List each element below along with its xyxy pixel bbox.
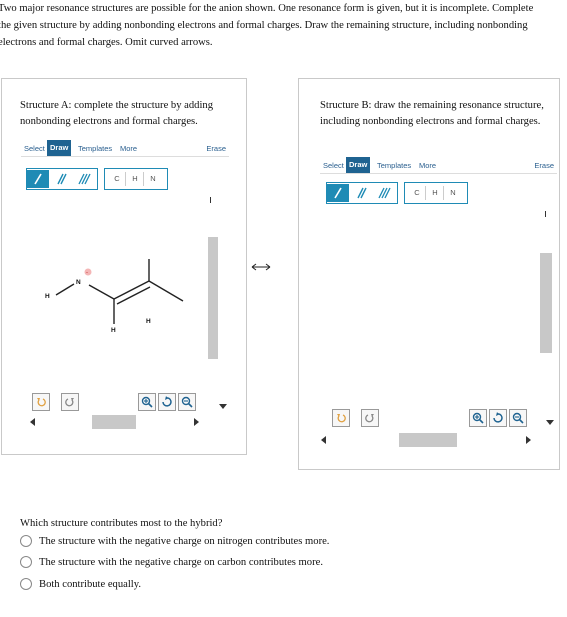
- scroll-right-icon[interactable]: [526, 436, 531, 444]
- atom-tools: C H N: [104, 168, 168, 190]
- atom-tools: C H N: [404, 182, 468, 204]
- atom-h-bottom-label: H: [111, 327, 116, 334]
- question-line-2: the given structure by adding nonbonding…: [0, 20, 528, 31]
- vertical-scrollbar[interactable]: [208, 237, 218, 359]
- atom-n-button[interactable]: N: [145, 174, 161, 183]
- structure-b-prompt: Structure B: draw the remaining resonanc…: [320, 100, 544, 127]
- formal-charge-text: -: [86, 270, 88, 276]
- molecule-canvas[interactable]: [319, 209, 539, 399]
- radio-button[interactable]: [20, 578, 32, 590]
- radio-button[interactable]: [20, 535, 32, 547]
- structure-a-prompt: Structure A: complete the structure by a…: [20, 100, 213, 127]
- bond-tools: [326, 182, 398, 204]
- bond-c-methyl: [148, 280, 184, 302]
- divider: [425, 186, 426, 200]
- draw-tab[interactable]: Draw: [346, 157, 371, 173]
- scroll-up-marker: [545, 211, 546, 217]
- structure-a-panel: Structure A: complete the structure by a…: [1, 78, 247, 455]
- atom-n-button[interactable]: N: [445, 188, 461, 197]
- mcq-option-label: The structure with the negative charge o…: [39, 556, 323, 568]
- scroll-left-icon[interactable]: [30, 418, 35, 426]
- divider: [443, 186, 444, 200]
- atom-h-button[interactable]: H: [127, 174, 143, 183]
- bond-tools: [26, 168, 98, 190]
- zoom-out-icon[interactable]: [178, 393, 196, 411]
- erase-button[interactable]: Erase: [534, 161, 554, 170]
- double-bond-icon[interactable]: [351, 184, 373, 202]
- single-bond-icon[interactable]: [27, 170, 49, 188]
- molecule-canvas[interactable]: -: [27, 229, 207, 349]
- divider: [125, 172, 126, 186]
- question-text: Two major resonance structures are possi…: [0, 0, 567, 51]
- redo-icon[interactable]: [361, 409, 379, 427]
- triple-bond-icon[interactable]: [74, 170, 96, 188]
- divider: [143, 172, 144, 186]
- reset-zoom-icon[interactable]: [489, 409, 507, 427]
- mcq-option-equal[interactable]: Both contribute equally.: [20, 577, 141, 591]
- atom-h-left-label: H: [45, 293, 50, 300]
- question-line-3: electrons and formal charges. Omit curve…: [0, 37, 213, 48]
- atom-h-top-label: H: [146, 318, 151, 325]
- zoom-in-icon[interactable]: [469, 409, 487, 427]
- reset-zoom-icon[interactable]: [158, 393, 176, 411]
- question-line-1: Two major resonance structures are possi…: [0, 3, 534, 14]
- zoom-in-icon[interactable]: [138, 393, 156, 411]
- double-bond-icon[interactable]: [51, 170, 73, 188]
- zoom-out-icon[interactable]: [509, 409, 527, 427]
- select-tab[interactable]: Select: [323, 161, 344, 170]
- mcq-option-carbon[interactable]: The structure with the negative charge o…: [20, 555, 323, 569]
- draw-tab[interactable]: Draw: [47, 140, 72, 156]
- redo-icon[interactable]: [61, 393, 79, 411]
- erase-button[interactable]: Erase: [206, 144, 226, 153]
- triple-bond-icon[interactable]: [374, 184, 396, 202]
- bond-h-n: [55, 283, 75, 296]
- single-bond-icon[interactable]: [327, 184, 349, 202]
- scroll-up-marker: [210, 197, 211, 203]
- vertical-scrollbar[interactable]: [540, 253, 552, 353]
- scroll-right-icon[interactable]: [194, 418, 199, 426]
- undo-icon[interactable]: [332, 409, 350, 427]
- atom-h-button[interactable]: H: [427, 188, 443, 197]
- radio-button[interactable]: [20, 556, 32, 568]
- select-tab[interactable]: Select: [24, 144, 45, 153]
- bond-n-c: [88, 284, 115, 300]
- templates-tab[interactable]: Templates: [78, 144, 112, 153]
- dropdown-arrow-icon[interactable]: [546, 420, 554, 425]
- mcq-question: Which structure contributes most to the …: [20, 518, 223, 529]
- undo-icon[interactable]: [32, 393, 50, 411]
- dropdown-arrow-icon[interactable]: [219, 404, 227, 409]
- more-tab[interactable]: More: [120, 144, 137, 153]
- mcq-option-label: Both contribute equally.: [39, 578, 141, 590]
- structure-b-panel: Structure B: draw the remaining resonanc…: [298, 78, 560, 470]
- horizontal-scrollbar[interactable]: [399, 433, 457, 447]
- atom-c-button[interactable]: C: [409, 188, 425, 197]
- atom-n-label: N: [76, 279, 81, 286]
- atom-c-button[interactable]: C: [109, 174, 125, 183]
- resonance-arrow-icon: [251, 263, 271, 271]
- more-tab[interactable]: More: [419, 161, 436, 170]
- sketcher-toolbar: Select Draw Templates More Erase: [320, 157, 557, 174]
- horizontal-scrollbar[interactable]: [92, 415, 136, 429]
- templates-tab[interactable]: Templates: [377, 161, 411, 170]
- sketcher-toolbar: Select Draw Templates More Erase: [21, 140, 229, 157]
- scroll-left-icon[interactable]: [321, 436, 326, 444]
- mcq-option-nitrogen[interactable]: The structure with the negative charge o…: [20, 534, 329, 548]
- mcq-option-label: The structure with the negative charge o…: [39, 535, 330, 547]
